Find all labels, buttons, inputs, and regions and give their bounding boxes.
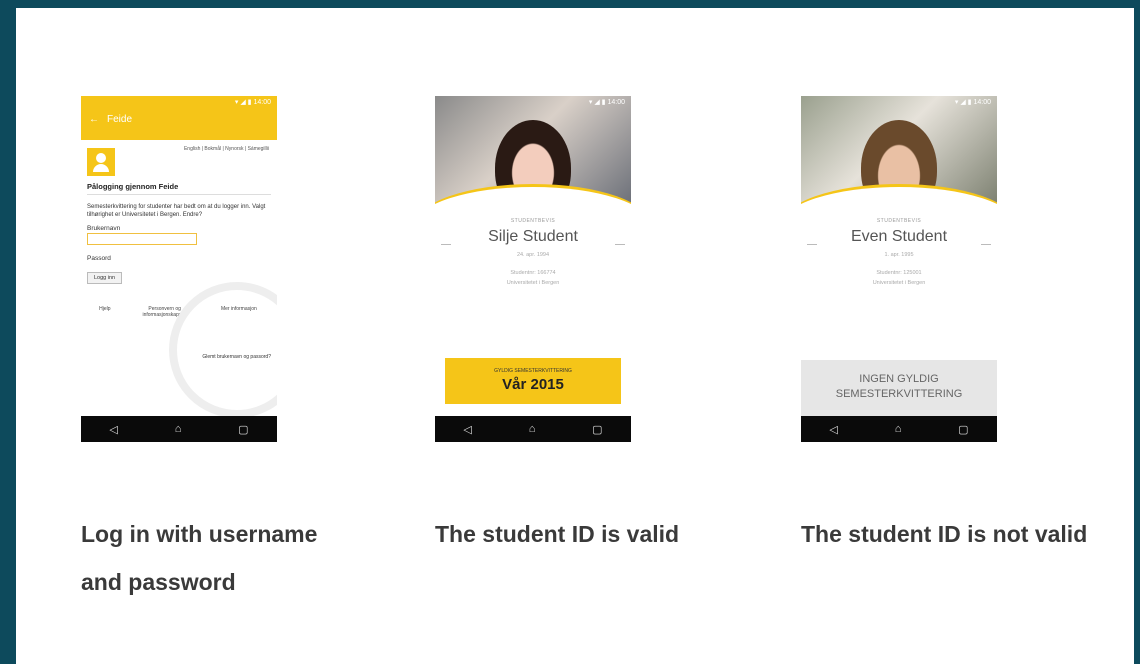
student-number: Studentnr: 125001 [876, 270, 922, 276]
forgot-password-link[interactable]: Glemt brukernavn og passord? [202, 354, 271, 360]
card-label: STUDENTBEVIS [876, 218, 922, 224]
institution: Universitetet i Bergen [872, 280, 926, 286]
student-photo: ▾ ◢ ▮ 14:00 [801, 96, 997, 206]
status-bar: ▾ ◢ ▮ 14:00 [954, 99, 991, 106]
username-label: Brukernavn [87, 225, 121, 232]
content-panel: ▾ ◢ ▮ 14:00 ← Feide English | Bokmål | N… [16, 8, 1134, 664]
help-link[interactable]: Hjelp [99, 306, 110, 318]
invalid-line-1: INGEN GYLDIG [859, 373, 939, 385]
left-dash [441, 244, 451, 245]
header-title: Feide [107, 114, 133, 125]
back-icon[interactable]: ◁ [463, 423, 471, 436]
left-dash [807, 244, 817, 245]
info-text: Semesterkvittering for studenter har bed… [87, 204, 266, 218]
photo-curve [435, 184, 631, 206]
recents-icon[interactable]: ▢ [592, 423, 602, 436]
recents-icon[interactable]: ▢ [238, 423, 248, 436]
student-name: Silje Student [488, 228, 578, 245]
keyhole-watermark-icon [169, 282, 277, 418]
android-nav-bar: ◁ ⌂ ▢ [81, 416, 277, 442]
student-photo: ▾ ◢ ▮ 14:00 [435, 96, 631, 206]
login-screenshot: ▾ ◢ ▮ 14:00 ← Feide English | Bokmål | N… [81, 96, 277, 442]
status-bar: ▾ ◢ ▮ 14:00 [234, 99, 271, 106]
student-number: Studentnr: 166774 [510, 270, 556, 276]
right-dash [615, 244, 625, 245]
caption-valid: The student ID is valid [435, 521, 680, 547]
home-icon[interactable]: ⌂ [175, 423, 182, 435]
valid-box-title: GYLDIG SEMESTERKVITTERING [494, 368, 572, 374]
recents-icon[interactable]: ▢ [958, 423, 968, 436]
semester-value: Vår 2015 [502, 376, 564, 393]
home-icon[interactable]: ⌂ [895, 423, 902, 435]
invalid-line-2: SEMESTERKVITTERING [835, 388, 963, 400]
card-label: STUDENTBEVIS [510, 218, 556, 224]
back-arrow-icon[interactable]: ← [89, 114, 99, 125]
institution: Universitetet i Bergen [506, 280, 560, 286]
photo-curve [801, 184, 997, 206]
language-links[interactable]: English | Bokmål | Nynorsk | Sámegillii [184, 146, 269, 152]
android-nav-bar: ◁ ⌂ ▢ [801, 416, 997, 442]
invalid-card-screenshot: ▾ ◢ ▮ 14:00 STUDENTBEVIS Even Student 1.… [801, 96, 997, 442]
birth-date: 1. apr. 1995 [884, 252, 914, 258]
login-header: ▾ ◢ ▮ 14:00 ← Feide [81, 96, 277, 140]
back-icon[interactable]: ◁ [109, 423, 117, 436]
student-name: Even Student [850, 228, 948, 245]
section-title: Pålogging gjennom Feide [87, 182, 271, 195]
birth-date: 24. apr. 1994 [516, 252, 550, 258]
back-icon[interactable]: ◁ [829, 423, 837, 436]
android-nav-bar: ◁ ⌂ ▢ [435, 416, 631, 442]
home-icon[interactable]: ⌂ [529, 423, 536, 435]
caption-invalid: The student ID is not valid [801, 521, 1088, 547]
invalid-semester-box: INGEN GYLDIG SEMESTERKVITTERING [801, 360, 997, 416]
login-button[interactable]: Logg inn [87, 272, 123, 284]
caption-login: Log in with username and password [81, 521, 318, 595]
status-bar: ▾ ◢ ▮ 14:00 [588, 99, 625, 106]
valid-card-screenshot: ▾ ◢ ▮ 14:00 STUDENTBEVIS Silje Student 2… [435, 96, 631, 442]
right-dash [981, 244, 991, 245]
feide-logo-icon [87, 148, 115, 176]
password-label: Passord [87, 255, 111, 262]
username-input[interactable] [87, 233, 197, 245]
valid-semester-box: GYLDIG SEMESTERKVITTERING Vår 2015 [445, 358, 621, 404]
